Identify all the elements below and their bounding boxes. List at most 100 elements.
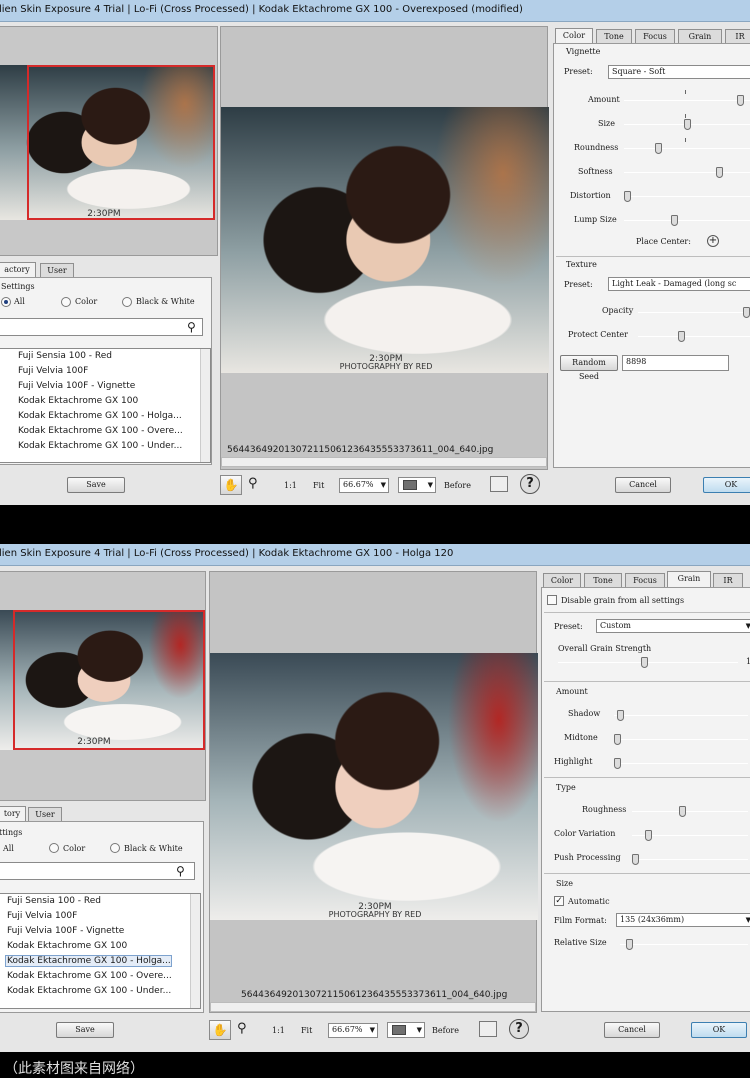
place-center-icon[interactable]: + <box>707 235 719 247</box>
save-button[interactable]: Save <box>56 1022 114 1038</box>
help-icon[interactable]: ? <box>509 1019 529 1039</box>
roundness-slider[interactable] <box>654 143 662 154</box>
tab-focus[interactable]: Focus <box>625 573 665 587</box>
midtone-slider[interactable] <box>614 734 621 745</box>
list-item[interactable]: Kodak Ektachrome GX 100 - Overe... <box>18 426 183 436</box>
tab-color[interactable]: Color <box>555 28 593 44</box>
preset-list-scrollbar[interactable] <box>200 349 210 462</box>
list-item[interactable]: Kodak Ektachrome GX 100 - Under... <box>18 441 182 451</box>
zoom-1to1-button[interactable]: 1:1 <box>272 1026 285 1035</box>
zoom-select[interactable]: 66.67% ▼ <box>339 478 389 493</box>
preview-credit: PHOTOGRAPHY BY RED <box>328 910 422 919</box>
roughness-slider[interactable] <box>678 806 686 817</box>
tab-user[interactable]: User <box>28 807 62 821</box>
cancel-button[interactable]: Cancel <box>615 477 671 493</box>
split-view-icon[interactable] <box>479 1021 497 1037</box>
search-icon[interactable]: ⚲ <box>176 864 185 878</box>
relative-size-slider[interactable] <box>626 939 634 950</box>
fit-button[interactable]: Fit <box>301 1026 312 1035</box>
tab-tone[interactable]: Tone <box>584 573 622 587</box>
lump-size-slider[interactable] <box>670 215 678 226</box>
tab-focus[interactable]: Focus <box>635 29 675 43</box>
navigator-viewport-box[interactable] <box>13 610 205 750</box>
hand-tool-icon[interactable]: ✋ <box>209 1020 231 1040</box>
random-seed-input[interactable]: 8898 <box>622 355 729 371</box>
preset-list[interactable]: Fuji Sensia 100 - Red Fuji Velvia 100F F… <box>0 348 211 463</box>
texture-preset-select[interactable]: Light Leak - Damaged (long sc <box>608 277 750 291</box>
vignette-preset-select[interactable]: Square - Soft <box>608 65 750 79</box>
color-variation-slider[interactable] <box>645 830 653 841</box>
film-format-select[interactable]: 135 (24x36mm) ▼ <box>616 913 750 927</box>
list-item[interactable]: Fuji Sensia 100 - Red <box>18 351 112 361</box>
preset-list-scrollbar[interactable] <box>190 894 200 1008</box>
tab-factory[interactable]: actory <box>0 262 36 278</box>
list-item[interactable]: Kodak Ektachrome GX 100 - Overe... <box>7 971 172 981</box>
highlight-slider[interactable] <box>614 758 621 769</box>
softness-slider[interactable] <box>716 167 724 178</box>
disable-grain-checkbox[interactable] <box>547 595 557 605</box>
distortion-slider[interactable] <box>624 191 631 202</box>
tab-grain[interactable]: Grain <box>667 571 711 587</box>
list-item[interactable]: Fuji Velvia 100F <box>18 366 88 376</box>
filter-bw-radio[interactable] <box>110 843 120 853</box>
grain-preset-select[interactable]: Custom ▼ <box>596 619 750 633</box>
zoom-tool-icon[interactable]: ⚲ <box>248 476 258 491</box>
zoom-select[interactable]: 66.67% ▼ <box>328 1023 378 1038</box>
preview-image[interactable]: 2:30PM PHOTOGRAPHY BY RED <box>210 653 538 920</box>
zoom-1to1-button[interactable]: 1:1 <box>284 481 297 490</box>
cancel-button[interactable]: Cancel <box>604 1022 660 1038</box>
filter-bw-radio[interactable] <box>122 297 132 307</box>
automatic-checkbox[interactable]: ✓ <box>554 896 564 906</box>
tab-ir[interactable]: IR <box>713 573 743 587</box>
before-color-select[interactable]: ▼ <box>398 477 436 493</box>
filter-color-radio[interactable] <box>61 297 71 307</box>
before-color-select[interactable]: ▼ <box>387 1022 425 1038</box>
filter-all-radio[interactable] <box>1 297 11 307</box>
list-item[interactable]: Fuji Velvia 100F - Vignette <box>18 381 135 391</box>
zoom-tool-icon[interactable]: ⚲ <box>237 1021 247 1036</box>
tab-color[interactable]: Color <box>543 573 581 587</box>
ok-button[interactable]: OK <box>703 477 750 493</box>
overall-strength-slider[interactable] <box>641 657 649 668</box>
push-processing-label: Push Processing <box>554 853 621 862</box>
tab-factory[interactable]: tory <box>0 806 26 822</box>
list-item-selected[interactable]: Kodak Ektachrome GX 100 - Holga... <box>5 955 172 967</box>
preview-horizontal-scrollbar[interactable] <box>221 457 547 467</box>
size-slider[interactable] <box>684 119 692 130</box>
search-icon[interactable]: ⚲ <box>187 320 196 334</box>
search-input[interactable] <box>0 318 203 336</box>
tab-tone[interactable]: Tone <box>596 29 632 43</box>
save-button[interactable]: Save <box>67 477 125 493</box>
push-processing-slider[interactable] <box>632 854 639 865</box>
opacity-slider[interactable] <box>743 307 750 318</box>
split-view-icon[interactable] <box>490 476 508 492</box>
amount-slider[interactable] <box>737 95 745 106</box>
search-input[interactable] <box>0 862 195 880</box>
list-item[interactable]: Kodak Ektachrome GX 100 - Holga... <box>18 411 182 421</box>
shadow-slider[interactable] <box>616 710 624 721</box>
filter-color-radio[interactable] <box>49 843 59 853</box>
navigator-viewport-box[interactable] <box>27 65 215 220</box>
list-item[interactable]: Fuji Sensia 100 - Red <box>7 896 101 906</box>
ok-button[interactable]: OK <box>691 1022 747 1038</box>
random-seed-button[interactable]: Random Seed <box>560 355 618 381</box>
tab-user[interactable]: User <box>40 263 74 277</box>
list-item[interactable]: Kodak Ektachrome GX 100 - Under... <box>7 986 171 996</box>
before-button[interactable]: Before <box>432 1026 459 1035</box>
title-bar: lien Skin Exposure 4 Trial | Lo-Fi (Cros… <box>0 0 750 22</box>
list-item[interactable]: Kodak Ektachrome GX 100 <box>18 396 138 406</box>
list-item[interactable]: Fuji Velvia 100F - Vignette <box>7 926 124 936</box>
list-item[interactable]: Kodak Ektachrome GX 100 <box>7 941 127 951</box>
preview-stamp: 2:30PM PHOTOGRAPHY BY RED <box>310 903 440 919</box>
before-button[interactable]: Before <box>444 481 471 490</box>
hand-tool-icon[interactable]: ✋ <box>220 475 242 495</box>
preview-horizontal-scrollbar[interactable] <box>210 1002 536 1012</box>
tab-ir[interactable]: IR <box>725 29 750 43</box>
preview-image[interactable]: 2:30PM PHOTOGRAPHY BY RED <box>221 107 549 373</box>
fit-button[interactable]: Fit <box>313 481 324 490</box>
protect-center-slider[interactable] <box>677 331 685 342</box>
tab-grain[interactable]: Grain <box>678 29 722 43</box>
list-item[interactable]: Fuji Velvia 100F <box>7 911 77 921</box>
preset-list[interactable]: Fuji Sensia 100 - Red Fuji Velvia 100F F… <box>0 893 201 1009</box>
help-icon[interactable]: ? <box>520 474 540 494</box>
